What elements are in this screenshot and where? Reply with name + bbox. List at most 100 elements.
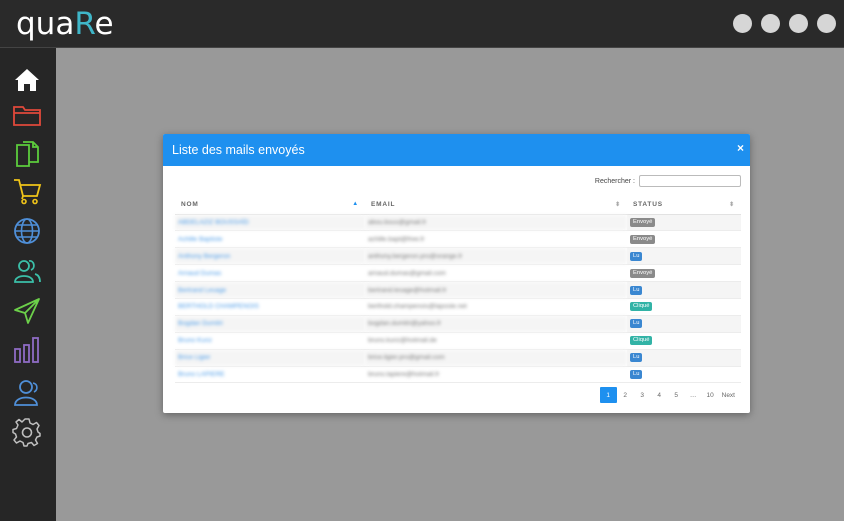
recipient-email: anthony.bergeron.pro@orange.fr [365,247,627,266]
window-controls [733,14,836,33]
table-row: Bruno LAPIERE bruno.lapiere@hotmail.fr Lu [175,366,741,384]
sidebar-item-send[interactable] [12,296,44,326]
folder-icon [13,106,41,126]
sidebar [0,48,56,521]
window-control-button[interactable] [817,14,836,33]
pagination-page-button[interactable]: 5 [668,387,685,403]
sent-mails-modal: Liste des mails envoyés × Rechercher : N… [163,134,750,413]
recipient-email: abou.bous@gmail.fr [365,214,627,232]
table-row: Anthony Bergeron anthony.bergeron.pro@ora… [175,247,741,266]
modal-header: Liste des mails envoyés × [163,134,750,166]
window-control-button[interactable] [761,14,780,33]
globe-icon [14,218,40,244]
table-row: Achille Baptiste achille.bapt@free.fr Envo… [175,230,741,249]
table-row: Bertrand Lesage bertrand.lesage@hotmail.f… [175,281,741,299]
sidebar-item-users[interactable] [12,378,44,408]
pagination: 1 2 3 4 5 … 10 Next [599,387,738,403]
status-cell: Envoyé [627,230,741,249]
bar-chart-icon [14,337,39,363]
table-row: Brice Ligier brice.ligier.pro@gmail.com Lu [175,349,741,367]
table-row: Bruno Kunz bruno.kunz@hotmail.de Cliqué [175,332,741,350]
close-icon[interactable]: × [737,141,744,155]
recipient-name-link[interactable]: BERTHOLD CHAMPENOIS [175,298,365,316]
column-header-email[interactable]: EMAIL ⬍ [365,196,627,215]
app-logo: quaRe [16,6,114,42]
top-bar: quaRe [0,0,844,48]
window-control-button[interactable] [789,14,808,33]
recipient-name-link[interactable]: Brice Ligier [175,349,365,367]
table-row: BERTHOLD CHAMPENOIS berthold.champenois@l… [175,298,741,316]
column-header-name[interactable]: NOM ▲ [175,196,365,215]
status-cell: Lu [627,315,741,333]
pagination-page-button[interactable]: 3 [634,387,651,403]
send-icon [14,298,40,324]
sidebar-item-home[interactable] [12,65,44,95]
mails-table: NOM ▲ EMAIL ⬍ STATUS ⬍ ABDELAZIZ BOUSSAÏD ab… [175,196,741,384]
status-badge: Lu [630,369,643,379]
status-badge: Envoyé [630,234,656,244]
status-cell: Lu [627,366,741,384]
status-cell: Lu [627,281,741,299]
status-cell: Envoyé [627,214,741,232]
pagination-page-button[interactable]: 1 [599,387,617,403]
users-icon [14,260,41,283]
cart-icon [14,179,42,205]
pagination-next-button[interactable]: Next [719,387,738,403]
sidebar-item-folder[interactable] [12,100,44,130]
column-header-status[interactable]: STATUS ⬍ [627,196,741,215]
recipient-name-link[interactable]: Arnaud Dumas [175,264,365,283]
status-badge: Lu [630,285,643,295]
status-badge: Lu [630,353,643,363]
status-cell: Lu [627,349,741,367]
table-row: Arnaud Dumas arnaud.dumas@gmail.com Envoyé [175,264,741,283]
search-input[interactable] [639,175,741,187]
recipient-name-link[interactable]: Bogdan Dumitri [175,315,365,333]
sidebar-item-stats[interactable] [12,335,44,365]
user-group-icon [14,380,38,406]
sidebar-item-cart[interactable] [12,176,44,206]
recipient-name-link[interactable]: Bertrand Lesage [175,281,365,299]
sidebar-item-web[interactable] [12,216,44,246]
recipient-email: bruno.kunz@hotmail.de [365,332,627,350]
recipient-email: bogdan.dumitri@yahoo.fr [365,315,627,333]
window-control-button[interactable] [733,14,752,33]
modal-title: Liste des mails envoyés [172,143,305,157]
recipient-email: bruno.lapiere@hotmail.fr [365,366,627,384]
pagination-ellipsis: … [689,391,697,399]
status-badge: Cliqué [630,302,653,312]
search-row: Rechercher : [595,175,741,187]
pagination-page-button[interactable]: 4 [651,387,668,403]
status-cell: Envoyé [627,264,741,283]
status-cell: Cliqué [627,332,741,350]
recipient-email: arnaud.dumas@gmail.com [365,264,627,283]
pagination-page-button[interactable]: 2 [617,387,634,403]
home-icon [15,69,39,91]
sort-asc-icon: ▲ [352,201,359,207]
gear-icon [12,418,41,447]
table-row: Bogdan Dumitri bogdan.dumitri@yahoo.fr Lu [175,315,741,333]
status-badge: Lu [630,251,643,261]
recipient-email: bertrand.lesage@hotmail.fr [365,281,627,299]
table-row: ABDELAZIZ BOUSSAÏD abou.bous@gmail.fr Envo… [175,214,741,232]
status-badge: Lu [630,319,643,329]
recipient-name-link[interactable]: ABDELAZIZ BOUSSAÏD [175,214,365,232]
recipient-name-link[interactable]: Bruno LAPIERE [175,366,365,384]
search-label: Rechercher : [594,177,635,185]
status-cell: Lu [627,247,741,266]
recipient-name-link[interactable]: Achille Baptiste [175,230,365,249]
recipient-name-link[interactable]: Anthony Bergeron [175,247,365,266]
sort-icon: ⬍ [615,202,621,208]
status-badge: Cliqué [630,336,653,346]
recipient-email: brice.ligier.pro@gmail.com [365,349,627,367]
pagination-page-button[interactable]: 10 [702,387,719,403]
sidebar-item-documents[interactable] [12,139,44,169]
sidebar-item-contacts[interactable] [12,256,44,286]
status-badge: Envoyé [630,217,656,227]
sidebar-item-settings[interactable] [12,417,44,447]
status-cell: Cliqué [627,298,741,316]
recipient-email: achille.bapt@free.fr [365,230,627,249]
sort-icon: ⬍ [729,202,735,208]
recipient-name-link[interactable]: Bruno Kunz [175,332,365,350]
status-badge: Envoyé [630,268,656,278]
documents-icon [16,141,39,167]
